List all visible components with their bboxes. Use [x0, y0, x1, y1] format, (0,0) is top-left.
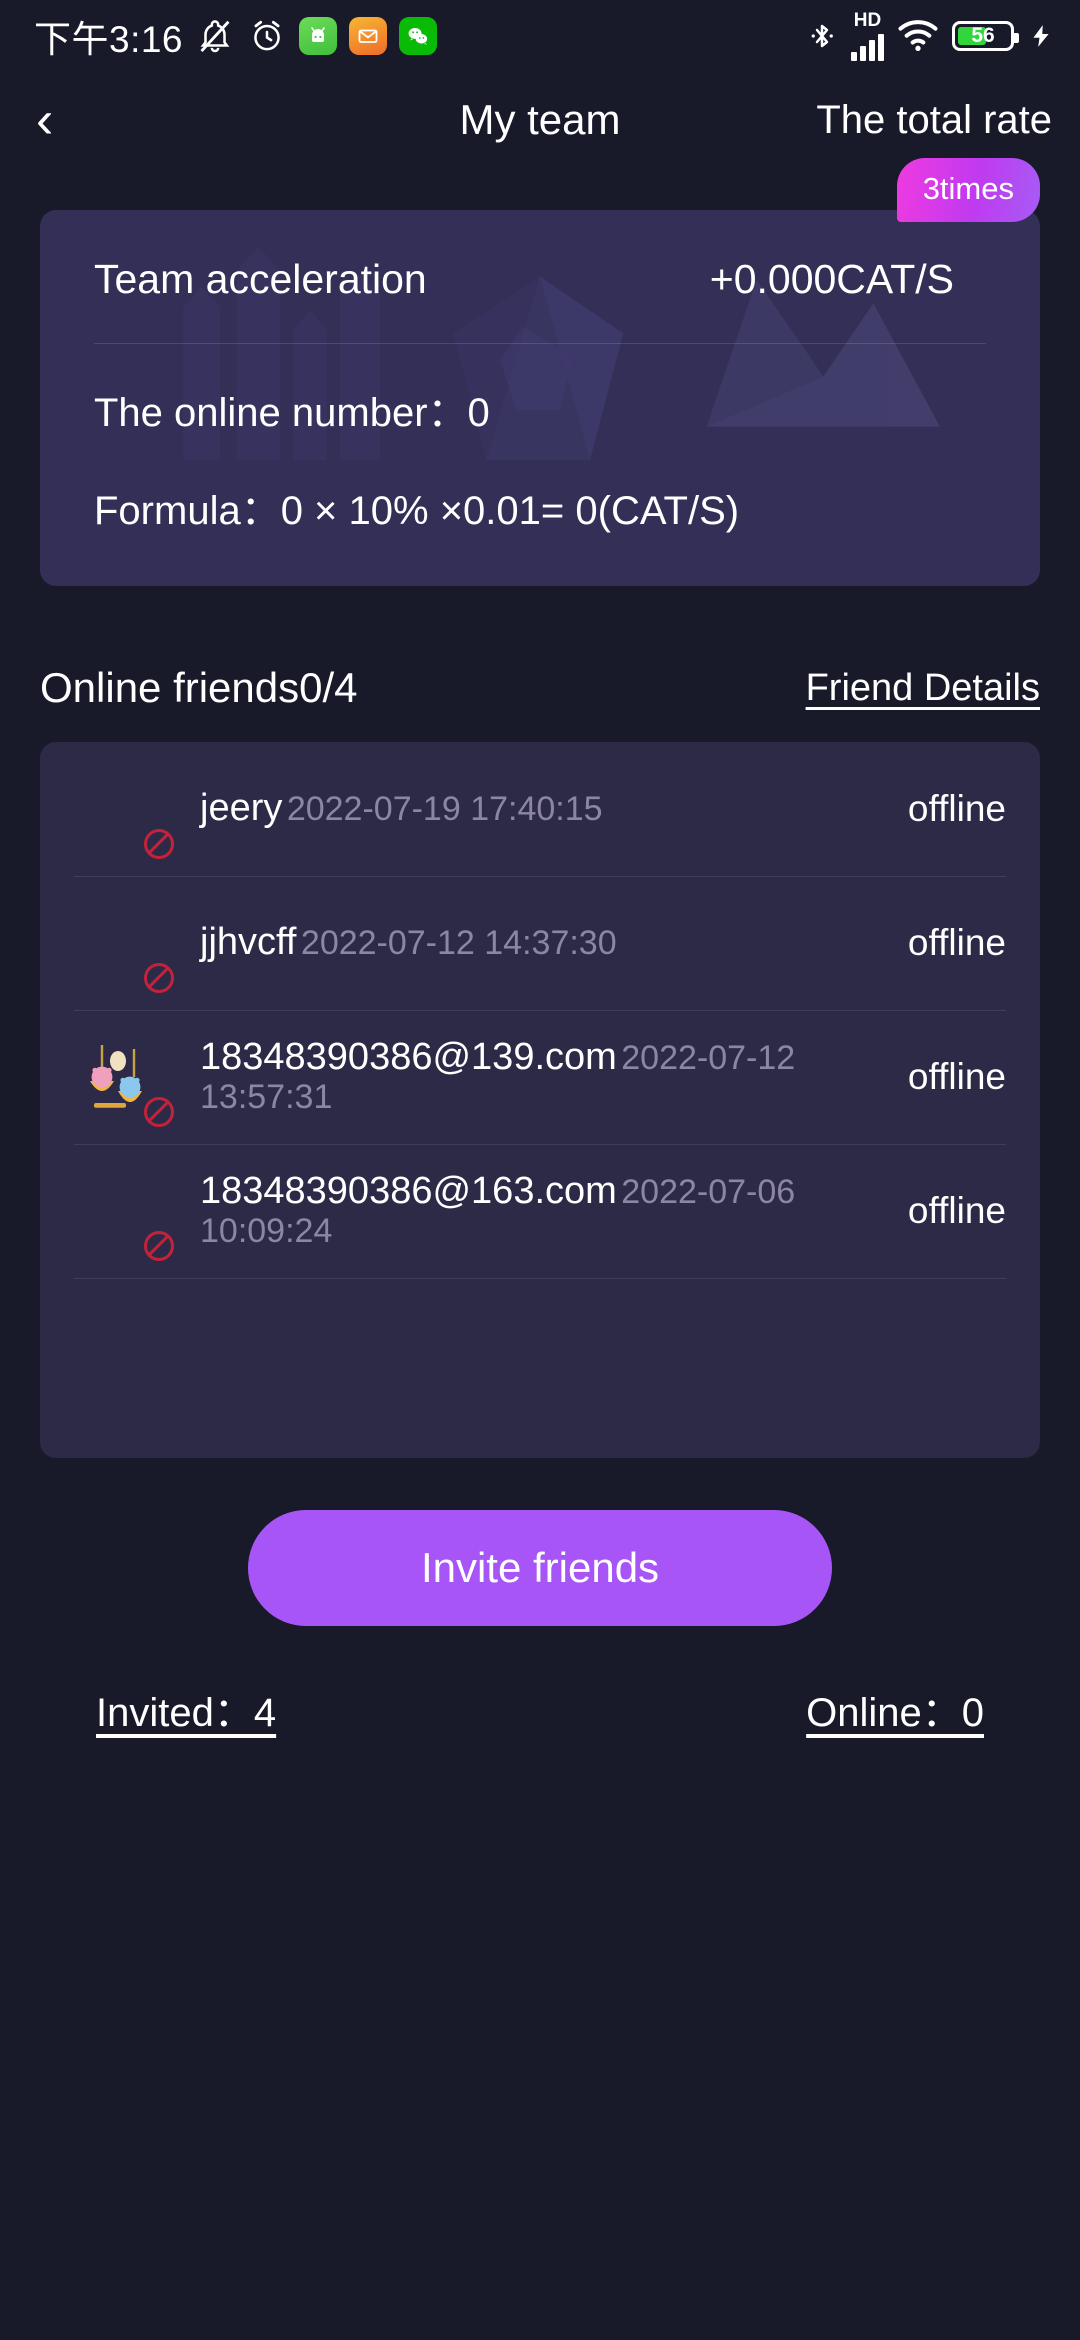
avatar [74, 1029, 174, 1129]
friend-name: 18348390386@163.com [200, 1170, 617, 1213]
table-row[interactable]: 18348390386@139.com 2022-07-12 13:57:31 … [74, 1010, 1006, 1144]
online-count[interactable]: Online：0 [806, 1680, 984, 1738]
formula-text: Formula：0 × 10% ×0.01= 0(CAT/S) [94, 489, 740, 533]
battery-icon: 56 [952, 21, 1019, 51]
signal-group: HD [851, 11, 884, 61]
friend-name: jjhvcff [200, 921, 297, 964]
blocked-icon [144, 1231, 174, 1261]
signal-icon [851, 33, 884, 61]
avatar [74, 895, 174, 993]
online-friends-title: Online friends0/4 [40, 664, 358, 711]
times-badge: 3times [896, 158, 1040, 222]
status-bar: 下午3:16 HD 56 [0, 0, 1080, 72]
blocked-icon [144, 1097, 174, 1127]
friend-details-link[interactable]: Friend Details [806, 667, 1040, 710]
friend-meta: 18348390386@163.com 2022-07-06 10:09:24 [200, 1171, 888, 1250]
table-row[interactable]: 18348390386@163.com 2022-07-06 10:09:24 … [74, 1144, 1006, 1278]
app-green-icon [299, 17, 338, 55]
invite-friends-button[interactable]: Invite friends [248, 1510, 832, 1626]
clock-time: 下午3:16 [34, 19, 184, 60]
invited-count[interactable]: Invited：4 [96, 1680, 276, 1738]
table-row[interactable]: jjhvcff 2022-07-12 14:37:30 offline [74, 876, 1006, 1010]
friend-meta: jjhvcff 2022-07-12 14:37:30 [200, 921, 888, 964]
app-header: ‹ My team The total rate [0, 72, 1080, 168]
app-mail-icon [349, 17, 388, 55]
friend-meta: jeery 2022-07-19 17:40:15 [200, 787, 888, 830]
charging-icon [1033, 25, 1049, 47]
alarm-clock-icon [254, 20, 280, 51]
status-badge: offline [907, 922, 1006, 963]
status-badge: offline [907, 1190, 1006, 1231]
friend-name: jeery [200, 787, 283, 830]
status-bar-right: HD 56 [807, 11, 1054, 61]
footer-stats: Invited：4 Online：0 [96, 1680, 984, 1738]
acceleration-row: Team acceleration +0.000CAT/S [94, 256, 986, 303]
friends-list-panel[interactable]: jeery 2022-07-19 17:40:15 offline jjhvcf… [40, 742, 1040, 1458]
status-bar-left: 下午3:16 [34, 9, 438, 63]
friend-time: 2022-07-12 14:37:30 [300, 924, 617, 963]
bluetooth-icon [811, 24, 833, 48]
status-badge: offline [907, 788, 1006, 829]
table-row[interactable]: jeery 2022-07-19 17:40:15 offline [74, 742, 1006, 876]
hd-icon: HD [853, 10, 882, 31]
acceleration-label: Team acceleration [94, 256, 427, 302]
battery-percent: 56 [971, 24, 995, 47]
online-number-text: The online number：0 [94, 391, 490, 435]
back-chevron-icon[interactable]: ‹ [36, 94, 96, 146]
acceleration-card-wrapper: 3times Team acceleration +0.000CAT/S The… [40, 158, 1040, 586]
status-badge: offline [907, 1056, 1006, 1097]
card-divider [94, 343, 986, 344]
wifi-icon [898, 20, 938, 51]
friend-name: 18348390386@139.com [200, 1036, 617, 1079]
friend-meta: 18348390386@139.com 2022-07-12 13:57:31 [200, 1037, 888, 1116]
acceleration-value: +0.000CAT/S [709, 256, 954, 302]
friend-time: 2022-07-19 17:40:15 [286, 790, 603, 829]
online-friends-section-header: Online friends0/4 Friend Details [40, 664, 1040, 712]
acceleration-card: Team acceleration +0.000CAT/S The online… [40, 210, 1040, 586]
bell-mute-icon [200, 20, 230, 53]
wechat-icon [399, 17, 438, 55]
blocked-icon [144, 963, 174, 993]
avatar [74, 761, 174, 859]
avatar [74, 1163, 174, 1261]
total-rate-link[interactable]: The total rate [816, 98, 1052, 143]
blocked-icon [144, 829, 174, 859]
